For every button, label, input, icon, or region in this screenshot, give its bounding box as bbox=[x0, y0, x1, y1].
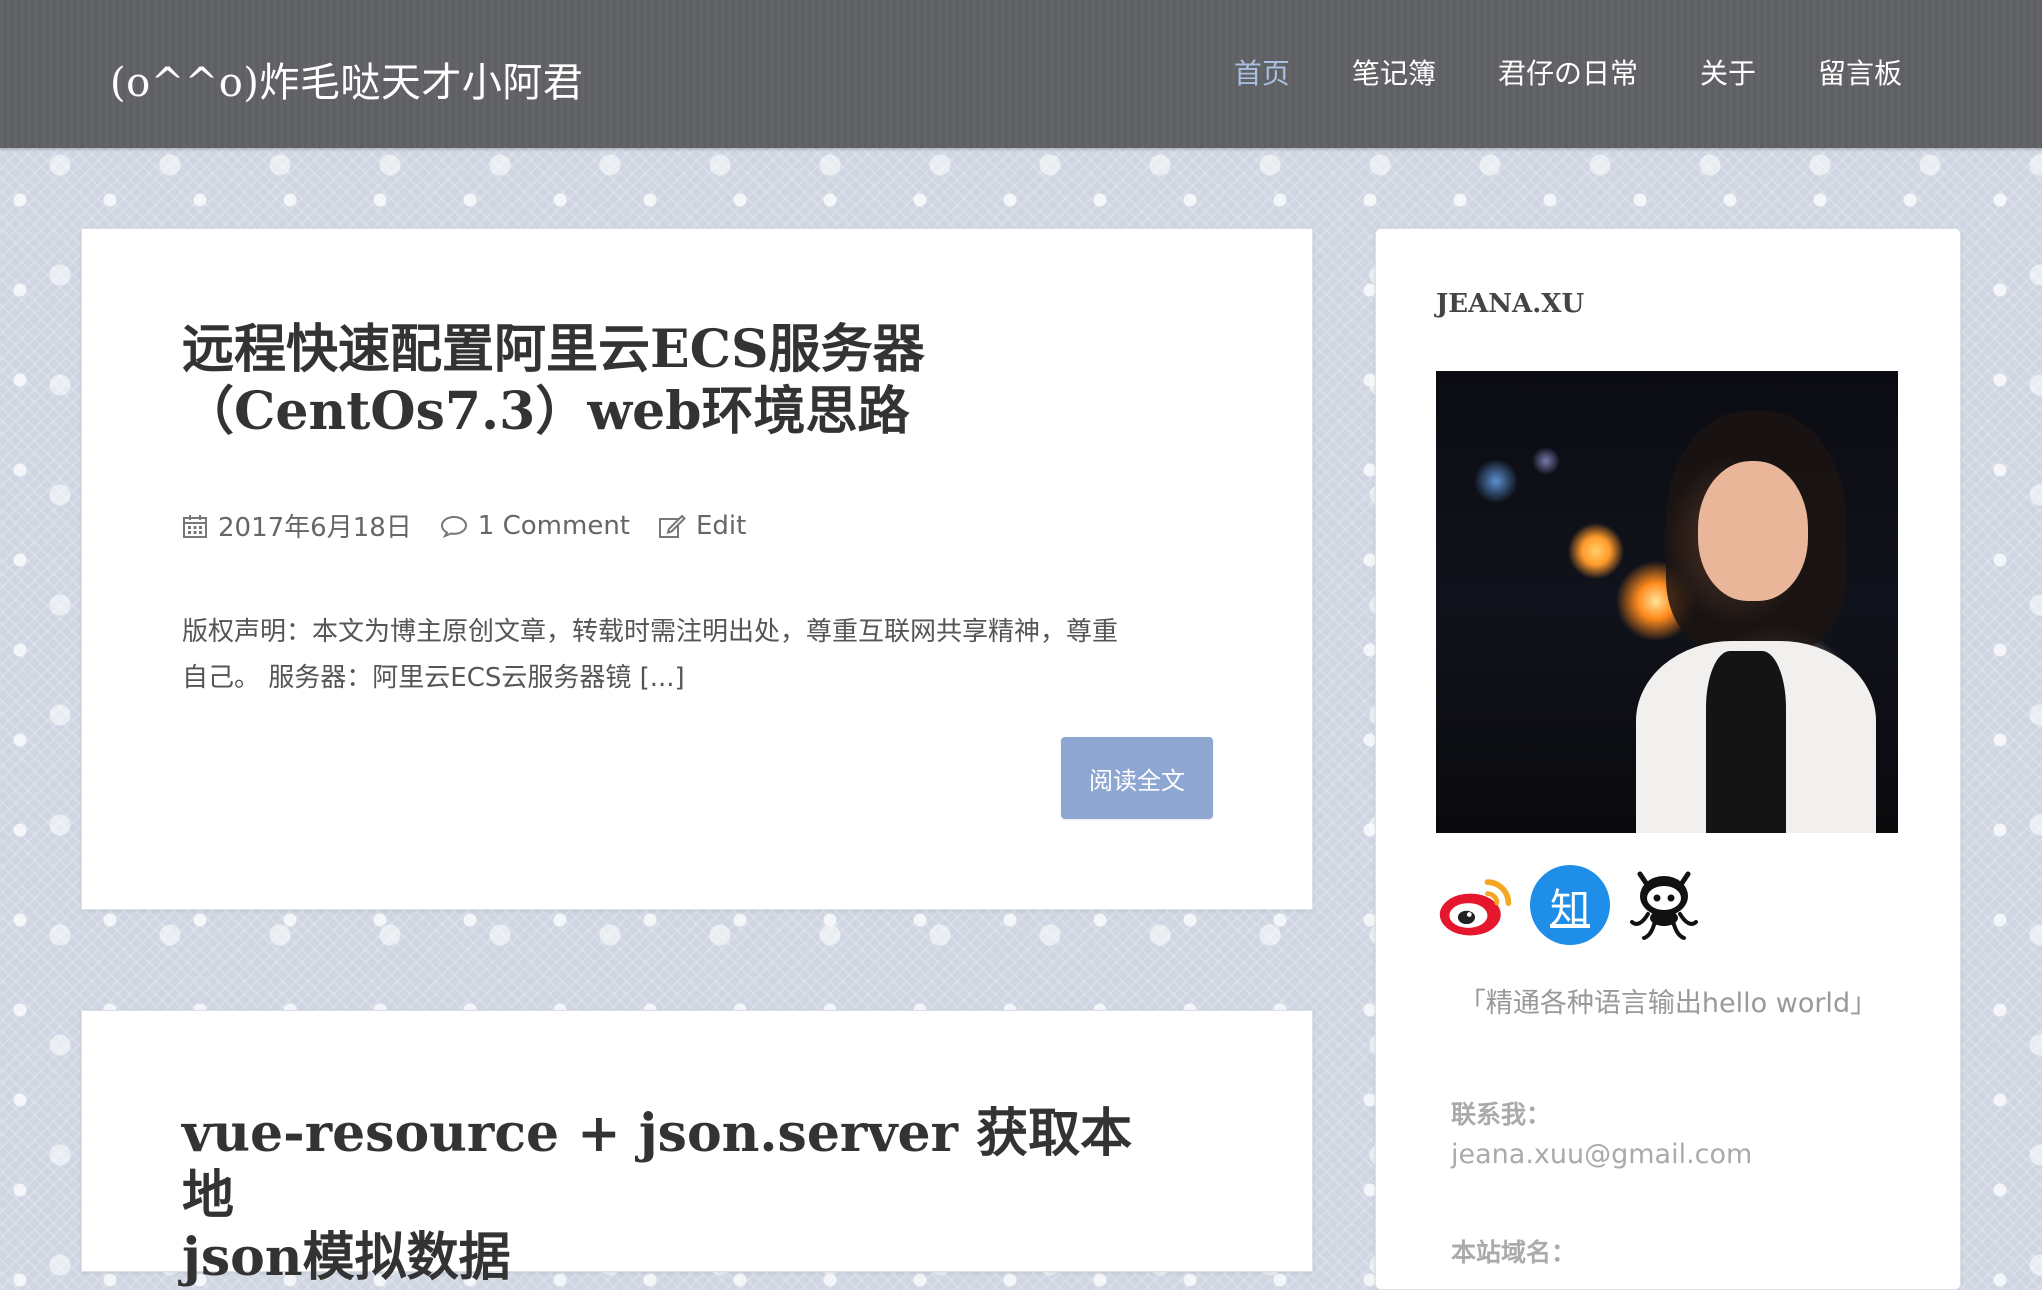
nav-item-daily[interactable]: 君仔の日常 bbox=[1498, 52, 1638, 92]
domain-label: 本站域名： bbox=[1451, 1238, 1577, 1267]
main-nav: 首页 笔记簿 君仔の日常 关于 留言板 bbox=[1234, 52, 1902, 92]
weibo-icon[interactable] bbox=[1436, 865, 1516, 945]
post-title-line2[interactable]: json模拟数据 bbox=[182, 1227, 511, 1288]
nav-item-notes[interactable]: 笔记簿 bbox=[1352, 52, 1436, 92]
comment-icon bbox=[440, 514, 468, 538]
post-excerpt: 版权声明：本文为博主原创文章，转载时需注明出处，尊重互联网共享精神，尊重 自己。… bbox=[182, 609, 1192, 701]
post-title-line1[interactable]: vue-resource + json.server 获取本地 bbox=[182, 1103, 1132, 1226]
post-comments[interactable]: 1 Comment bbox=[440, 511, 630, 541]
calendar-icon bbox=[182, 513, 208, 539]
post-meta: 2017年6月18日 1 Comment Edit bbox=[182, 507, 764, 544]
post-edit-text: Edit bbox=[696, 510, 747, 541]
github-octocat-icon[interactable] bbox=[1624, 865, 1704, 945]
author-photo bbox=[1436, 371, 1898, 833]
post-comments-text: 1 Comment bbox=[477, 510, 630, 541]
author-name: JEANA.XU bbox=[1436, 289, 1585, 319]
post-title-line1[interactable]: 远程快速配置阿里云ECS服务器 bbox=[182, 319, 925, 380]
post-card: vue-resource + json.server 获取本地 json模拟数据 bbox=[81, 1010, 1313, 1288]
post-edit[interactable]: Edit bbox=[658, 511, 746, 541]
nav-item-home[interactable]: 首页 bbox=[1234, 52, 1290, 92]
author-motto: 「精通各种语言输出hello world」 bbox=[1458, 988, 1878, 1019]
site-title[interactable]: (o^^o)炸毛哒天才小阿君 bbox=[110, 50, 583, 108]
contact-label: 联系我： bbox=[1451, 1100, 1552, 1129]
social-links: 知 bbox=[1436, 865, 1704, 945]
nav-item-guestbook[interactable]: 留言板 bbox=[1818, 52, 1902, 92]
zhihu-icon[interactable]: 知 bbox=[1530, 865, 1610, 945]
read-more-button[interactable]: 阅读全文 bbox=[1061, 737, 1213, 819]
post-title[interactable]: vue-resource + json.server 获取本地 json模拟数据 bbox=[182, 1103, 1182, 1289]
top-navbar: (o^^o)炸毛哒天才小阿君 首页 笔记簿 君仔の日常 关于 留言板 bbox=[0, 0, 2042, 148]
post-card: 远程快速配置阿里云ECS服务器 （CentOs7.3）web环境思路 2017年… bbox=[81, 228, 1313, 910]
photo-shirt bbox=[1706, 651, 1786, 833]
contact-email[interactable]: jeana.xuu@gmail.com bbox=[1451, 1139, 1752, 1170]
post-excerpt-line1: 版权声明：本文为博主原创文章，转载时需注明出处，尊重互联网共享精神，尊重 bbox=[182, 617, 1119, 647]
post-excerpt-line2: 自己。 服务器：阿里云ECS云服务器镜 [...] bbox=[182, 663, 685, 693]
photo-face bbox=[1698, 461, 1808, 601]
post-date[interactable]: 2017年6月18日 bbox=[182, 507, 412, 544]
post-title[interactable]: 远程快速配置阿里云ECS服务器 （CentOs7.3）web环境思路 bbox=[182, 319, 1182, 443]
post-title-line2[interactable]: （CentOs7.3）web环境思路 bbox=[182, 381, 910, 442]
edit-icon bbox=[658, 513, 686, 539]
sidebar-profile-widget: JEANA.XU 知 「精通各种语言输出hello world」 联系我： je… bbox=[1375, 228, 1961, 1290]
post-date-text: 2017年6月18日 bbox=[218, 513, 412, 543]
nav-item-about[interactable]: 关于 bbox=[1700, 52, 1756, 92]
